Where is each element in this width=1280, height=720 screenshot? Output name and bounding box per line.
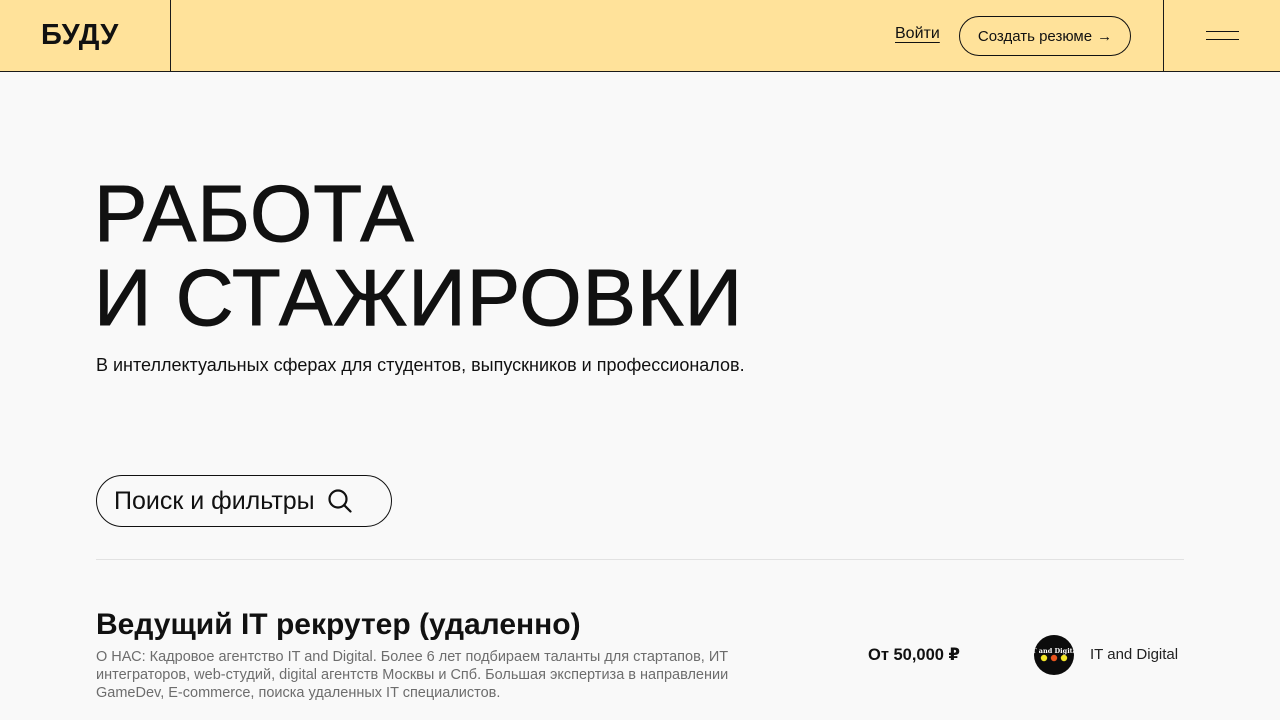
search-filters-label: Поиск и фильтры — [114, 486, 315, 515]
site-header: БУДУ Войти Создать резюме → — [0, 0, 1280, 72]
search-icon — [328, 489, 352, 513]
company-name[interactable]: IT and Digital — [1090, 646, 1178, 663]
company-logo: IT and Digital — [1034, 635, 1074, 675]
list-divider — [96, 559, 1184, 560]
create-resume-label: Создать резюме — [977, 27, 1093, 45]
company-logo-image: IT and Digital — [1034, 647, 1074, 662]
job-salary: От 50,000 ₽ — [868, 646, 961, 664]
search-filters-button[interactable]: Поиск и фильтры — [96, 475, 392, 527]
menu-button[interactable] — [1163, 0, 1280, 71]
page-title-line-1: РАБОТА — [94, 169, 415, 258]
job-description: О НАС: Кадровое агентство IT and Digital… — [96, 649, 729, 701]
job-title[interactable]: Ведущий IT рекрутер (удаленно) — [96, 608, 581, 642]
page-subtitle: В интеллектуальных сферах для студентов,… — [96, 355, 745, 375]
company-logo-text: IT and Digital — [1034, 647, 1074, 655]
create-resume-button[interactable]: Создать резюме → — [959, 16, 1131, 56]
arrow-right-icon: → — [1097, 27, 1113, 45]
site-logo[interactable]: БУДУ — [0, 0, 171, 71]
page-title-line-2: И СТАЖИРОВКИ — [93, 253, 744, 342]
page-title: РАБОТА И СТАЖИРОВКИ — [93, 169, 744, 342]
hamburger-menu-icon — [1205, 30, 1239, 42]
login-link[interactable]: Войти — [895, 25, 940, 43]
